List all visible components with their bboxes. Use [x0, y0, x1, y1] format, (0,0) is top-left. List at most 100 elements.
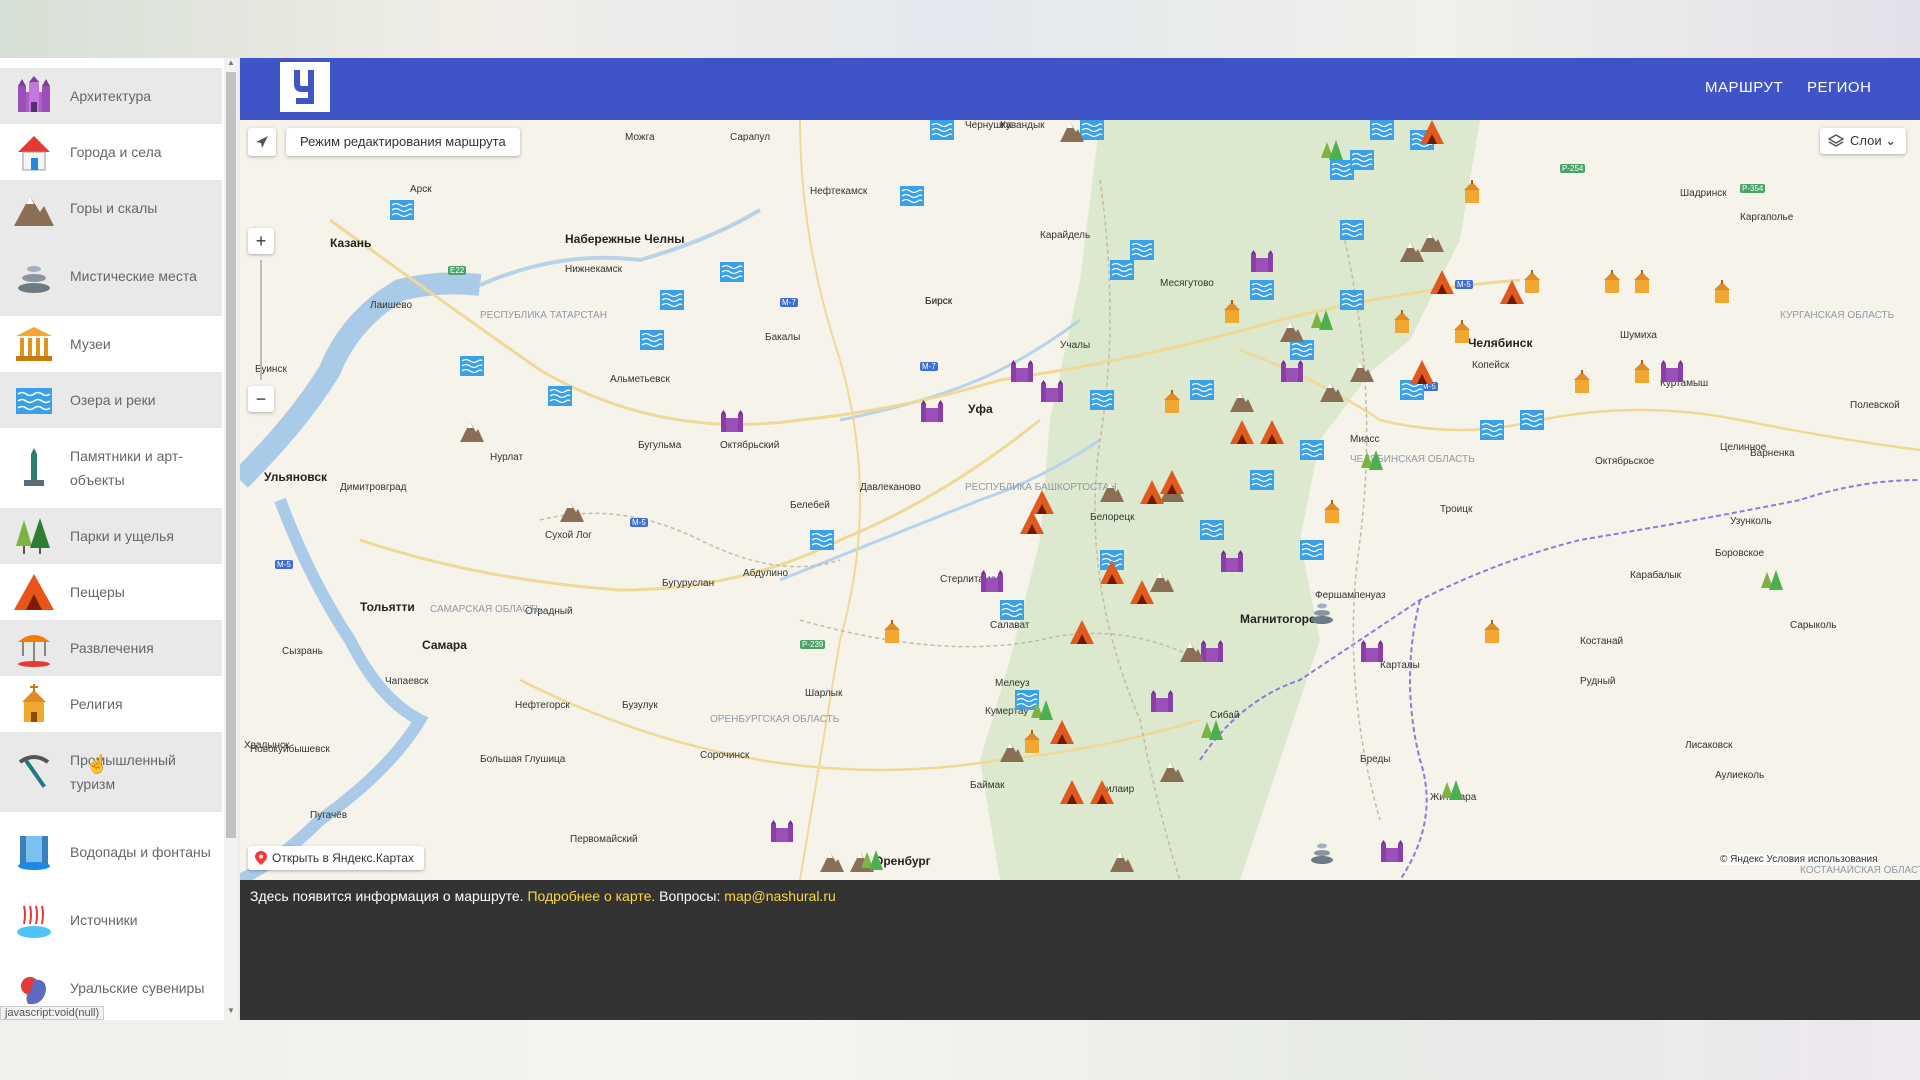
about-map-link[interactable]: Подробнее о карте. [527, 888, 655, 904]
scrollbar-thumb[interactable] [226, 72, 236, 838]
church-marker-icon[interactable] [1600, 270, 1624, 294]
cave-marker-icon[interactable] [1100, 560, 1124, 584]
cave-marker-icon[interactable] [1070, 620, 1094, 644]
park-marker-icon[interactable] [1360, 450, 1384, 474]
cave-marker-icon[interactable] [1160, 470, 1184, 494]
church-marker-icon[interactable] [1710, 280, 1734, 304]
church-marker-icon[interactable] [1390, 310, 1414, 334]
mountain-marker-icon[interactable] [1230, 390, 1254, 414]
castle-marker-icon[interactable] [1250, 250, 1274, 274]
water-marker-icon[interactable] [1300, 440, 1324, 464]
zoom-slider[interactable] [260, 260, 262, 380]
church-marker-icon[interactable] [1020, 730, 1044, 754]
water-marker-icon[interactable] [930, 120, 954, 144]
water-marker-icon[interactable] [460, 356, 484, 380]
church-marker-icon[interactable] [1220, 300, 1244, 324]
layers-button[interactable]: Слои ⌄ [1820, 128, 1907, 154]
church-marker-icon[interactable] [1320, 500, 1344, 524]
contact-email-link[interactable]: map@nashural.ru [724, 888, 836, 904]
mountain-marker-icon[interactable] [1110, 850, 1134, 874]
zoom-in-button[interactable]: + [248, 228, 274, 254]
zoom-out-button[interactable]: − [248, 386, 274, 412]
church-marker-icon[interactable] [1160, 390, 1184, 414]
park-marker-icon[interactable] [1200, 720, 1224, 744]
water-marker-icon[interactable] [1130, 240, 1154, 264]
park-marker-icon[interactable] [1310, 310, 1334, 334]
mountain-marker-icon[interactable] [1100, 480, 1124, 504]
church-marker-icon[interactable] [1520, 270, 1544, 294]
castle-marker-icon[interactable] [1660, 360, 1684, 384]
water-marker-icon[interactable] [640, 330, 664, 354]
scroll-down-arrow-icon[interactable]: ▼ [227, 1006, 235, 1015]
castle-marker-icon[interactable] [1040, 380, 1064, 404]
church-marker-icon[interactable] [1450, 320, 1474, 344]
water-marker-icon[interactable] [1300, 540, 1324, 564]
cave-marker-icon[interactable] [1260, 420, 1284, 444]
park-marker-icon[interactable] [1030, 700, 1054, 724]
sidebar-item-caves[interactable]: Пещеры [0, 564, 222, 620]
mountain-marker-icon[interactable] [1320, 380, 1344, 404]
water-marker-icon[interactable] [1000, 600, 1024, 624]
church-marker-icon[interactable] [880, 620, 904, 644]
sidebar-item-waterfalls[interactable]: Водопады и фонтаны [0, 812, 222, 892]
church-marker-icon[interactable] [1630, 270, 1654, 294]
water-marker-icon[interactable] [1190, 380, 1214, 404]
park-marker-icon[interactable] [1760, 570, 1784, 594]
nav-region[interactable]: РЕГИОН [1807, 79, 1871, 96]
nav-route[interactable]: МАРШРУТ [1705, 79, 1783, 96]
sidebar-item-mystic[interactable]: Мистические места [0, 236, 222, 316]
cave-marker-icon[interactable] [1430, 270, 1454, 294]
cave-marker-icon[interactable] [1060, 780, 1084, 804]
cave-marker-icon[interactable] [1130, 580, 1154, 604]
water-marker-icon[interactable] [1090, 390, 1114, 414]
water-marker-icon[interactable] [1250, 470, 1274, 494]
scroll-up-arrow-icon[interactable]: ▲ [227, 58, 235, 67]
mountain-marker-icon[interactable] [560, 500, 584, 524]
sidebar-item-mountains[interactable]: Горы и скалы [0, 180, 222, 236]
water-marker-icon[interactable] [900, 186, 924, 210]
water-marker-icon[interactable] [1370, 120, 1394, 144]
park-marker-icon[interactable] [860, 850, 884, 874]
mountain-marker-icon[interactable] [1160, 760, 1184, 784]
park-marker-icon[interactable] [1440, 780, 1464, 804]
water-marker-icon[interactable] [720, 262, 744, 286]
logo[interactable] [280, 62, 330, 112]
sidebar-item-springs[interactable]: Источники [0, 892, 222, 948]
water-marker-icon[interactable] [1520, 410, 1544, 434]
church-marker-icon[interactable] [1480, 620, 1504, 644]
open-in-yandex-maps-button[interactable]: Открыть в Яндекс.Картах [248, 846, 424, 870]
water-marker-icon[interactable] [1200, 520, 1224, 544]
yandex-map[interactable]: Казань Уфа Челябинск Самара Ульяновск Тольятт… [240, 120, 1920, 880]
mountain-marker-icon[interactable] [1350, 360, 1374, 384]
sidebar-item-entertainment[interactable]: Развлечения [0, 620, 222, 676]
route-edit-mode-button[interactable]: Режим редактирования маршрута [286, 128, 520, 156]
sidebar-item-museums[interactable]: Музеи [0, 316, 222, 372]
water-marker-icon[interactable] [1340, 220, 1364, 244]
water-marker-icon[interactable] [548, 386, 572, 410]
castle-marker-icon[interactable] [920, 400, 944, 424]
castle-marker-icon[interactable] [770, 820, 794, 844]
sidebar-item-industrial[interactable]: Промышленный туризм [0, 732, 222, 812]
map-copyright[interactable]: © Яндекс Условия использования [1720, 854, 1878, 865]
sidebar-scrollbar[interactable]: ▲ ▼ [224, 58, 238, 1020]
geolocation-button[interactable] [248, 128, 276, 156]
castle-marker-icon[interactable] [980, 570, 1004, 594]
sidebar-item-religion[interactable]: Религия [0, 676, 222, 732]
water-marker-icon[interactable] [390, 200, 414, 224]
water-marker-icon[interactable] [1250, 280, 1274, 304]
mountain-marker-icon[interactable] [820, 850, 844, 874]
mountain-marker-icon[interactable] [1060, 120, 1084, 144]
castle-marker-icon[interactable] [1360, 640, 1384, 664]
mountain-marker-icon[interactable] [1280, 320, 1304, 344]
cave-marker-icon[interactable] [1030, 490, 1054, 514]
castle-marker-icon[interactable] [720, 410, 744, 434]
mountain-marker-icon[interactable] [1180, 640, 1204, 664]
park-marker-icon[interactable] [1320, 140, 1344, 164]
water-marker-icon[interactable] [1480, 420, 1504, 444]
water-marker-icon[interactable] [1350, 150, 1374, 174]
cave-marker-icon[interactable] [1090, 780, 1114, 804]
church-marker-icon[interactable] [1630, 360, 1654, 384]
church-marker-icon[interactable] [1460, 180, 1484, 204]
water-marker-icon[interactable] [1340, 290, 1364, 314]
water-marker-icon[interactable] [810, 530, 834, 554]
